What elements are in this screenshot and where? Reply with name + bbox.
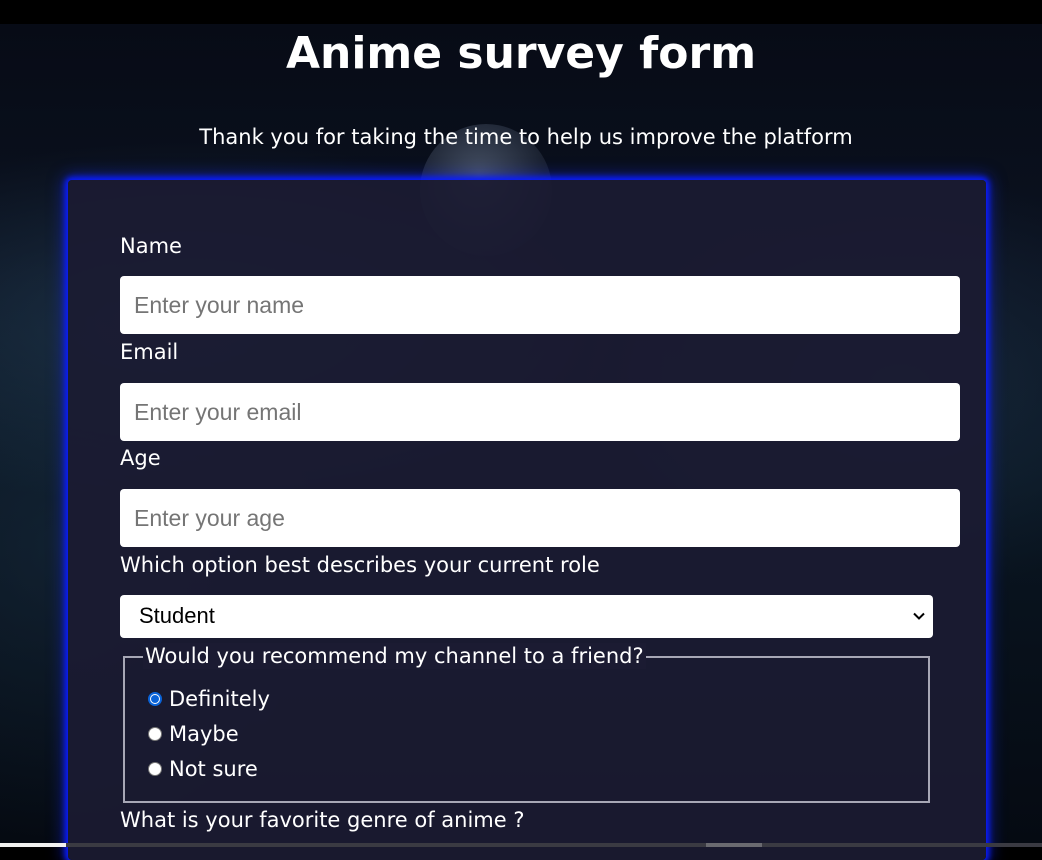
radio-label-definitely: Definitely bbox=[169, 687, 270, 711]
radio-button-maybe[interactable] bbox=[148, 727, 162, 741]
recommend-legend: Would you recommend my channel to a frie… bbox=[143, 643, 646, 669]
age-label: Age bbox=[120, 446, 161, 470]
horizontal-scrollbar[interactable] bbox=[0, 843, 1042, 847]
name-label: Name bbox=[120, 234, 182, 258]
browser-top-bar bbox=[0, 0, 1042, 25]
chevron-down-icon bbox=[913, 612, 925, 620]
email-input[interactable] bbox=[120, 383, 960, 441]
scrollbar-thumb[interactable] bbox=[706, 843, 762, 847]
name-input[interactable] bbox=[120, 276, 960, 334]
radio-button-not-sure[interactable] bbox=[148, 762, 162, 776]
page-title: Anime survey form bbox=[285, 28, 757, 79]
role-selected-value: Student bbox=[139, 603, 215, 628]
role-select[interactable]: Student bbox=[120, 595, 933, 638]
radio-label-not-sure: Not sure bbox=[169, 757, 258, 781]
genre-label: What is your favorite genre of anime ? bbox=[120, 808, 525, 832]
page-description: Thank you for taking the time to help us… bbox=[199, 125, 853, 149]
email-label: Email bbox=[120, 340, 179, 364]
radio-button-definitely[interactable] bbox=[148, 692, 162, 706]
role-label: Which option best describes your current… bbox=[120, 553, 600, 577]
scrollbar-track-left bbox=[0, 843, 66, 847]
age-input[interactable] bbox=[120, 489, 960, 547]
radio-label-maybe: Maybe bbox=[169, 722, 239, 746]
